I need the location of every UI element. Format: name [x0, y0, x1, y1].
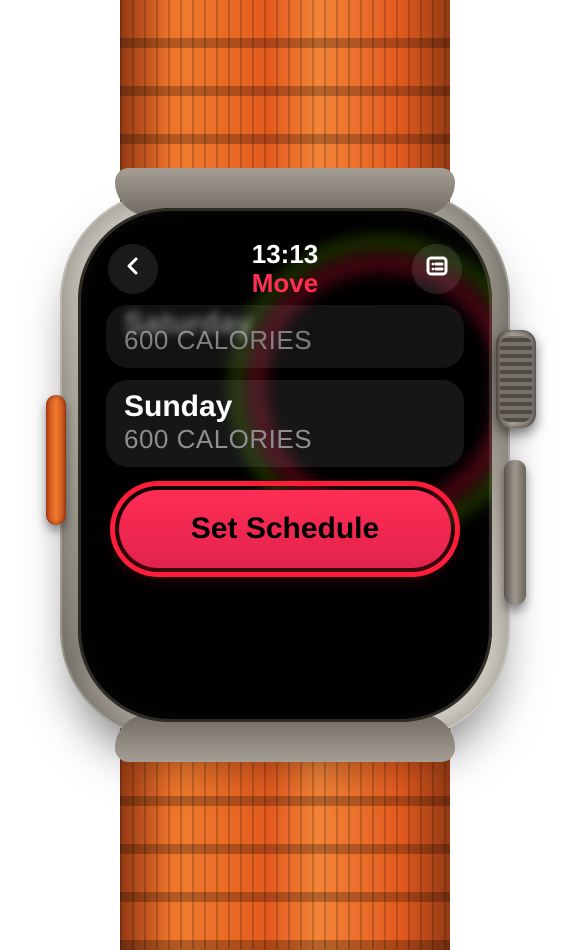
side-button[interactable] [504, 460, 526, 605]
calories-label: 600 CALORIES [124, 424, 446, 455]
display-bezel: 13:13 Move [78, 208, 492, 722]
back-button[interactable] [108, 244, 158, 294]
cta-highlight: Set Schedule [110, 481, 460, 577]
day-label: Sunday [124, 390, 446, 424]
schedule-list-button[interactable] [412, 244, 462, 294]
action-button[interactable] [46, 395, 66, 525]
list-item[interactable]: Sunday 600 CALORIES [106, 380, 464, 467]
watch-case: 13:13 Move [60, 190, 510, 740]
goal-list[interactable]: Saturday 600 CALORIES Sunday 600 CALORIE… [104, 305, 466, 467]
header-center: 13:13 Move [158, 240, 412, 297]
status-bar: 13:13 Move [104, 234, 466, 297]
screen: 13:13 Move [104, 234, 466, 696]
list-item[interactable]: Saturday 600 CALORIES [106, 305, 464, 368]
day-label: Saturday [124, 307, 446, 325]
set-schedule-button[interactable]: Set Schedule [119, 490, 451, 568]
chevron-left-icon [121, 254, 145, 283]
digital-crown[interactable] [496, 330, 536, 428]
page-title: Move [158, 269, 412, 298]
list-icon [425, 254, 449, 283]
clock-time: 13:13 [158, 240, 412, 269]
